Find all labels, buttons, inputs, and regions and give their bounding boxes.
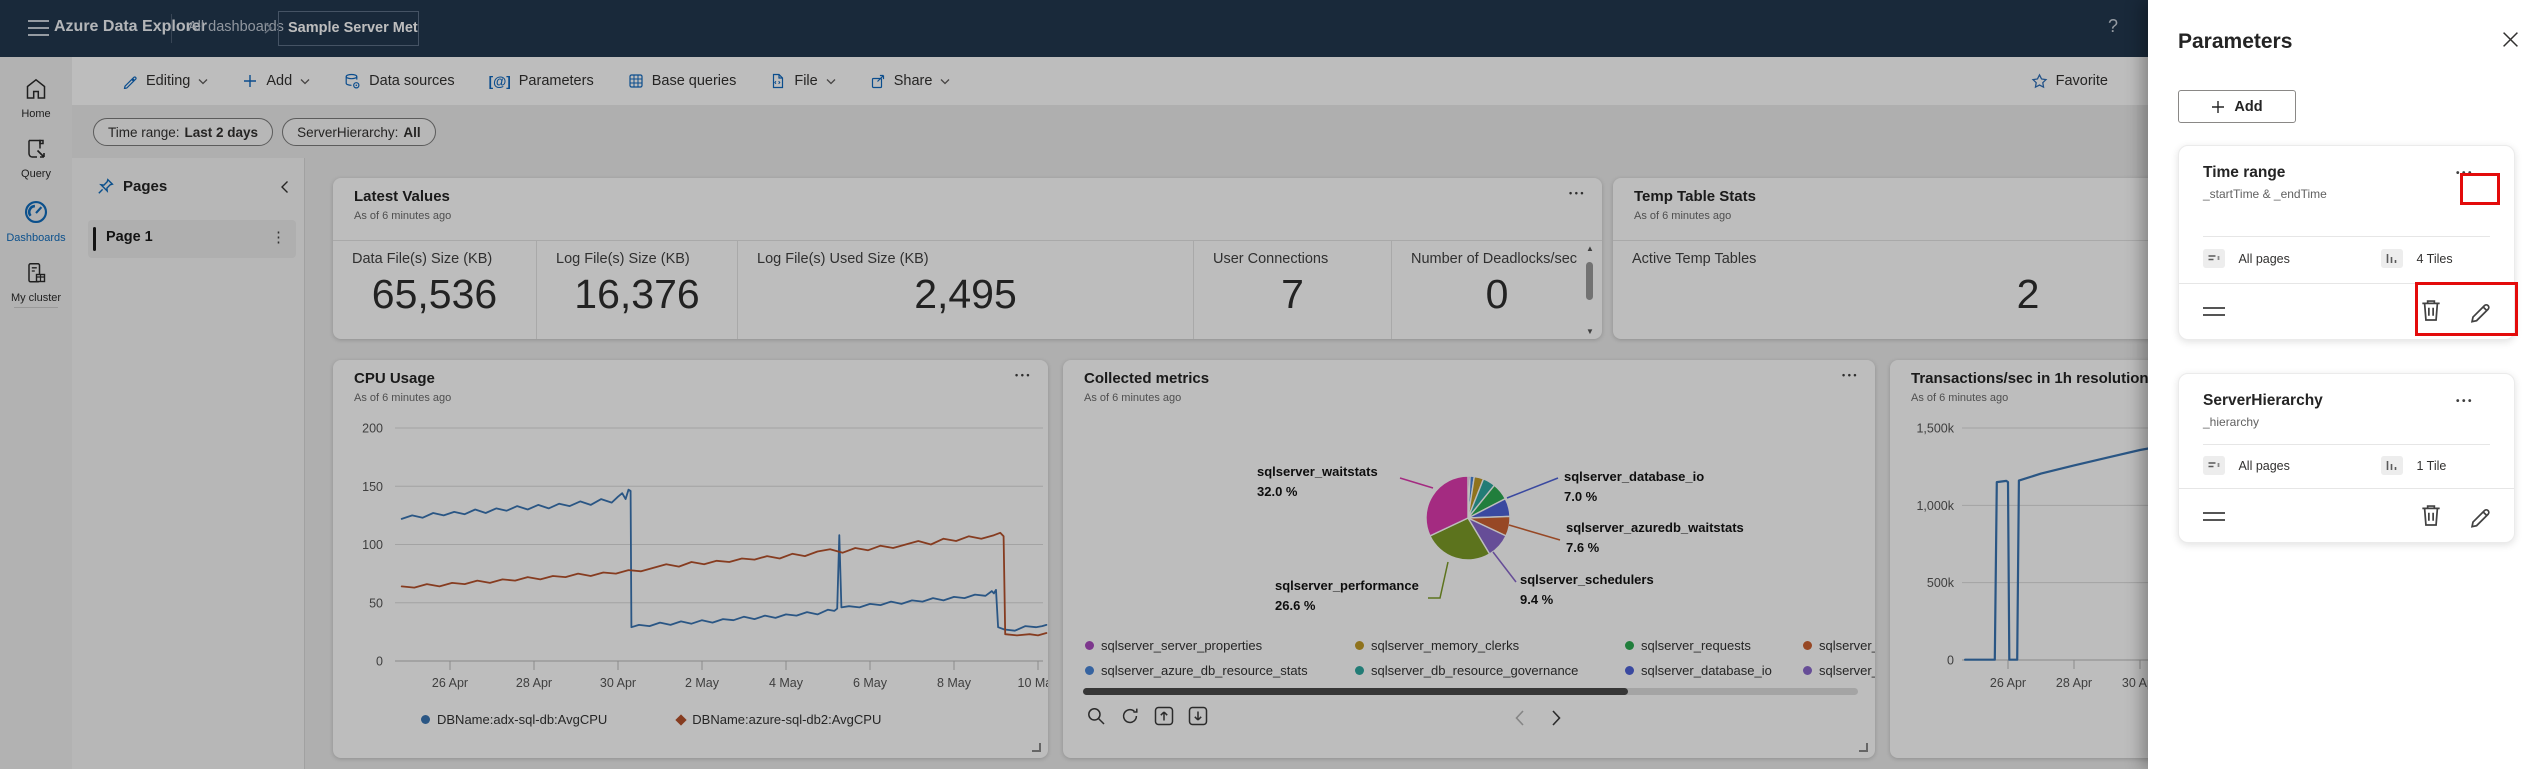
card-info-row: All pages 1 Tile xyxy=(2203,456,2494,486)
delete-parameter-icon[interactable] xyxy=(2416,296,2446,326)
card-footer xyxy=(2179,489,2514,545)
drag-handle[interactable] xyxy=(2203,307,2225,321)
card-more-menu[interactable]: ••• xyxy=(2456,396,2474,407)
tiles-mini-icon xyxy=(2381,456,2403,475)
parameter-card-time-range: Time range _startTime & _endTime ••• All… xyxy=(2178,145,2515,340)
card-info-row: All pages 4 Tiles xyxy=(2203,249,2494,279)
edit-parameter-icon[interactable] xyxy=(2466,501,2496,531)
edit-parameter-icon[interactable] xyxy=(2466,296,2496,326)
close-icon[interactable] xyxy=(2499,30,2521,52)
card-divider xyxy=(2203,444,2490,445)
parameters-panel: Parameters Add Time range _startTime & _… xyxy=(2148,0,2539,769)
pages-mini-icon xyxy=(2203,249,2225,268)
card-divider xyxy=(2203,236,2490,237)
app: Azure Data Explorer All dashboards Sampl… xyxy=(0,0,2539,769)
delete-parameter-icon[interactable] xyxy=(2416,501,2446,531)
card-more-menu[interactable]: ••• xyxy=(2456,168,2474,179)
drag-handle[interactable] xyxy=(2203,512,2225,526)
pages-mini-icon xyxy=(2203,456,2225,475)
modal-dim-overlay xyxy=(0,0,2148,769)
add-parameter-button[interactable]: Add xyxy=(2178,90,2296,123)
parameter-card-server-hierarchy: ServerHierarchy _hierarchy ••• All pages… xyxy=(2178,373,2515,543)
card-footer xyxy=(2179,284,2514,340)
panel-title: Parameters xyxy=(2178,30,2293,53)
tiles-mini-icon xyxy=(2381,249,2403,268)
plus-icon xyxy=(2212,100,2225,113)
